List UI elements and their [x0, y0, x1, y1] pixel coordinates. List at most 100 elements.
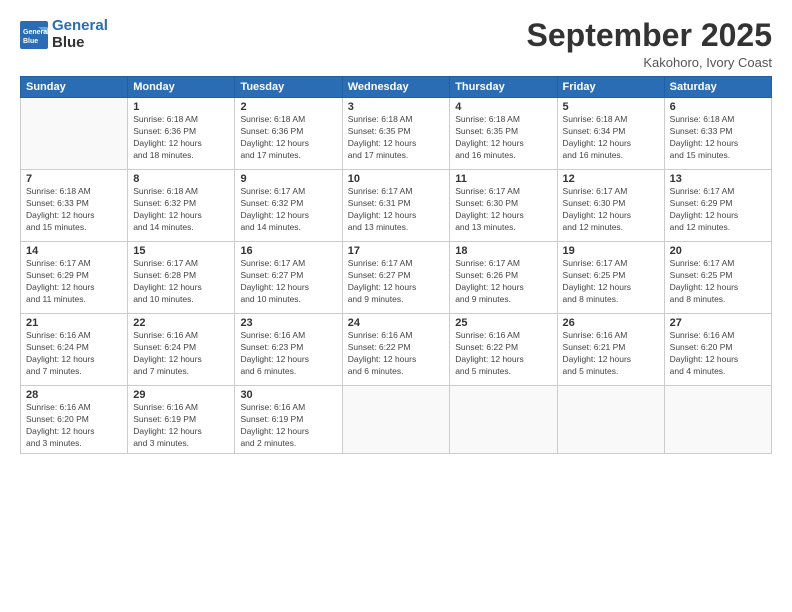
day-info: Sunrise: 6:16 AMSunset: 6:24 PMDaylight:… [133, 330, 229, 378]
day-info: Sunrise: 6:18 AMSunset: 6:33 PMDaylight:… [670, 114, 766, 162]
day-info: Sunrise: 6:16 AMSunset: 6:20 PMDaylight:… [670, 330, 766, 378]
day-info: Sunrise: 6:16 AMSunset: 6:19 PMDaylight:… [240, 402, 336, 450]
header: General Blue General Blue September 2025… [20, 18, 772, 70]
weekday-header-wednesday: Wednesday [342, 77, 450, 98]
weekday-header-thursday: Thursday [450, 77, 557, 98]
calendar-cell: 16Sunrise: 6:17 AMSunset: 6:27 PMDayligh… [235, 242, 342, 314]
weekday-header-friday: Friday [557, 77, 664, 98]
calendar-cell: 4Sunrise: 6:18 AMSunset: 6:35 PMDaylight… [450, 98, 557, 170]
day-number: 11 [455, 173, 551, 185]
day-number: 19 [563, 245, 659, 257]
calendar-week-row: 1Sunrise: 6:18 AMSunset: 6:36 PMDaylight… [21, 98, 772, 170]
calendar-cell [21, 98, 128, 170]
calendar-cell [664, 386, 771, 454]
calendar-cell: 9Sunrise: 6:17 AMSunset: 6:32 PMDaylight… [235, 170, 342, 242]
weekday-header-monday: Monday [128, 77, 235, 98]
calendar-cell: 26Sunrise: 6:16 AMSunset: 6:21 PMDayligh… [557, 314, 664, 386]
calendar-week-row: 7Sunrise: 6:18 AMSunset: 6:33 PMDaylight… [21, 170, 772, 242]
calendar-week-row: 14Sunrise: 6:17 AMSunset: 6:29 PMDayligh… [21, 242, 772, 314]
day-info: Sunrise: 6:16 AMSunset: 6:22 PMDaylight:… [348, 330, 445, 378]
day-info: Sunrise: 6:18 AMSunset: 6:35 PMDaylight:… [455, 114, 551, 162]
day-number: 13 [670, 173, 766, 185]
calendar-cell: 3Sunrise: 6:18 AMSunset: 6:35 PMDaylight… [342, 98, 450, 170]
calendar-table: SundayMondayTuesdayWednesdayThursdayFrid… [20, 76, 772, 454]
day-number: 6 [670, 101, 766, 113]
day-info: Sunrise: 6:16 AMSunset: 6:23 PMDaylight:… [240, 330, 336, 378]
calendar-cell: 30Sunrise: 6:16 AMSunset: 6:19 PMDayligh… [235, 386, 342, 454]
calendar-cell: 18Sunrise: 6:17 AMSunset: 6:26 PMDayligh… [450, 242, 557, 314]
day-info: Sunrise: 6:17 AMSunset: 6:32 PMDaylight:… [240, 186, 336, 234]
calendar-cell: 27Sunrise: 6:16 AMSunset: 6:20 PMDayligh… [664, 314, 771, 386]
day-number: 2 [240, 101, 336, 113]
day-number: 8 [133, 173, 229, 185]
calendar-cell: 11Sunrise: 6:17 AMSunset: 6:30 PMDayligh… [450, 170, 557, 242]
weekday-header-tuesday: Tuesday [235, 77, 342, 98]
day-number: 21 [26, 317, 122, 329]
day-number: 27 [670, 317, 766, 329]
calendar-cell: 23Sunrise: 6:16 AMSunset: 6:23 PMDayligh… [235, 314, 342, 386]
day-number: 5 [563, 101, 659, 113]
calendar-cell: 7Sunrise: 6:18 AMSunset: 6:33 PMDaylight… [21, 170, 128, 242]
day-info: Sunrise: 6:17 AMSunset: 6:29 PMDaylight:… [670, 186, 766, 234]
day-info: Sunrise: 6:17 AMSunset: 6:29 PMDaylight:… [26, 258, 122, 306]
calendar-cell: 24Sunrise: 6:16 AMSunset: 6:22 PMDayligh… [342, 314, 450, 386]
svg-text:Blue: Blue [23, 38, 38, 45]
day-info: Sunrise: 6:16 AMSunset: 6:19 PMDaylight:… [133, 402, 229, 450]
day-number: 30 [240, 389, 336, 401]
calendar-cell: 28Sunrise: 6:16 AMSunset: 6:20 PMDayligh… [21, 386, 128, 454]
day-number: 10 [348, 173, 445, 185]
day-info: Sunrise: 6:16 AMSunset: 6:22 PMDaylight:… [455, 330, 551, 378]
calendar-cell: 17Sunrise: 6:17 AMSunset: 6:27 PMDayligh… [342, 242, 450, 314]
calendar-cell [557, 386, 664, 454]
day-info: Sunrise: 6:18 AMSunset: 6:35 PMDaylight:… [348, 114, 445, 162]
day-info: Sunrise: 6:16 AMSunset: 6:20 PMDaylight:… [26, 402, 122, 450]
day-info: Sunrise: 6:17 AMSunset: 6:31 PMDaylight:… [348, 186, 445, 234]
weekday-header-saturday: Saturday [664, 77, 771, 98]
page: General Blue General Blue September 2025… [0, 0, 792, 612]
svg-text:General: General [23, 29, 48, 36]
day-number: 14 [26, 245, 122, 257]
month-title: September 2025 [527, 18, 772, 53]
calendar-cell: 1Sunrise: 6:18 AMSunset: 6:36 PMDaylight… [128, 98, 235, 170]
day-info: Sunrise: 6:17 AMSunset: 6:26 PMDaylight:… [455, 258, 551, 306]
calendar-cell [450, 386, 557, 454]
day-info: Sunrise: 6:18 AMSunset: 6:34 PMDaylight:… [563, 114, 659, 162]
title-block: September 2025 Kakohoro, Ivory Coast [527, 18, 772, 70]
day-number: 3 [348, 101, 445, 113]
day-number: 4 [455, 101, 551, 113]
day-number: 24 [348, 317, 445, 329]
day-number: 18 [455, 245, 551, 257]
day-info: Sunrise: 6:17 AMSunset: 6:27 PMDaylight:… [240, 258, 336, 306]
day-number: 7 [26, 173, 122, 185]
location-subtitle: Kakohoro, Ivory Coast [527, 55, 772, 70]
day-number: 1 [133, 101, 229, 113]
day-info: Sunrise: 6:18 AMSunset: 6:36 PMDaylight:… [240, 114, 336, 162]
day-number: 22 [133, 317, 229, 329]
calendar-cell: 14Sunrise: 6:17 AMSunset: 6:29 PMDayligh… [21, 242, 128, 314]
calendar-cell: 20Sunrise: 6:17 AMSunset: 6:25 PMDayligh… [664, 242, 771, 314]
day-info: Sunrise: 6:18 AMSunset: 6:33 PMDaylight:… [26, 186, 122, 234]
day-number: 20 [670, 245, 766, 257]
calendar-cell: 6Sunrise: 6:18 AMSunset: 6:33 PMDaylight… [664, 98, 771, 170]
calendar-cell: 5Sunrise: 6:18 AMSunset: 6:34 PMDaylight… [557, 98, 664, 170]
calendar-week-row: 28Sunrise: 6:16 AMSunset: 6:20 PMDayligh… [21, 386, 772, 454]
day-number: 15 [133, 245, 229, 257]
calendar-cell: 13Sunrise: 6:17 AMSunset: 6:29 PMDayligh… [664, 170, 771, 242]
day-info: Sunrise: 6:16 AMSunset: 6:24 PMDaylight:… [26, 330, 122, 378]
calendar-cell: 22Sunrise: 6:16 AMSunset: 6:24 PMDayligh… [128, 314, 235, 386]
calendar-week-row: 21Sunrise: 6:16 AMSunset: 6:24 PMDayligh… [21, 314, 772, 386]
day-number: 16 [240, 245, 336, 257]
logo: General Blue General Blue [20, 18, 108, 51]
logo-icon: General Blue [20, 21, 48, 49]
day-number: 26 [563, 317, 659, 329]
day-number: 17 [348, 245, 445, 257]
day-number: 12 [563, 173, 659, 185]
calendar-cell: 25Sunrise: 6:16 AMSunset: 6:22 PMDayligh… [450, 314, 557, 386]
day-number: 9 [240, 173, 336, 185]
day-info: Sunrise: 6:17 AMSunset: 6:28 PMDaylight:… [133, 258, 229, 306]
day-info: Sunrise: 6:16 AMSunset: 6:21 PMDaylight:… [563, 330, 659, 378]
day-info: Sunrise: 6:18 AMSunset: 6:36 PMDaylight:… [133, 114, 229, 162]
calendar-cell: 10Sunrise: 6:17 AMSunset: 6:31 PMDayligh… [342, 170, 450, 242]
calendar-cell: 21Sunrise: 6:16 AMSunset: 6:24 PMDayligh… [21, 314, 128, 386]
day-info: Sunrise: 6:17 AMSunset: 6:30 PMDaylight:… [455, 186, 551, 234]
